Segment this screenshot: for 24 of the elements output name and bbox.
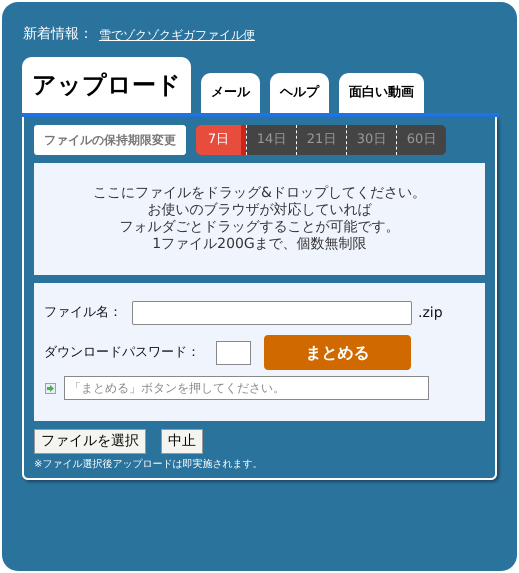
message-field[interactable]: 「まとめる」ボタンを押してください。 <box>64 376 429 400</box>
upload-note: ※ファイル選択後アップロードは即実施されます。 <box>34 458 264 472</box>
merge-button[interactable]: まとめる <box>264 335 411 370</box>
action-button[interactable]: 中止 <box>161 429 203 454</box>
news-label: 新着情報： <box>23 25 93 44</box>
extension-label: .zip <box>418 304 443 322</box>
drop-zone-text: フォルダごとドラッグすることが可能です。 <box>120 219 400 236</box>
tab[interactable]: メール <box>201 73 260 113</box>
action-button[interactable]: ファイルを選択 <box>34 429 146 454</box>
retention-label: ファイルの保持期限変更 <box>34 125 186 155</box>
drop-zone[interactable]: ここにファイルをドラッグ&ドロップしてください。 お使いのブラウザが対応していれば フォルダごとドラッグすることが可能です。 1ファイル200Gまで、個数無制限 <box>34 163 485 275</box>
news-link[interactable]: 雪でゾクゾクギガファイル便 <box>99 26 255 44</box>
filename-label: ファイル名： <box>44 304 123 322</box>
tab[interactable]: 面白い動画 <box>339 73 424 113</box>
tab[interactable]: アップロード <box>22 57 191 113</box>
drop-zone-text: 1ファイル200Gまで、個数無制限 <box>152 236 367 253</box>
arrow-icon <box>45 382 56 394</box>
password-label: ダウンロードパスワード： <box>44 344 201 362</box>
password-field[interactable] <box>216 340 251 364</box>
drop-zone-text: ここにファイルをドラッグ&ドロップしてください。 <box>93 185 426 202</box>
tab[interactable]: ヘルプ <box>270 73 329 113</box>
drop-zone-text: お使いのブラウザが対応していれば <box>148 202 372 219</box>
retention-option[interactable]: 7日 <box>196 125 246 155</box>
filename-field[interactable] <box>132 301 412 325</box>
